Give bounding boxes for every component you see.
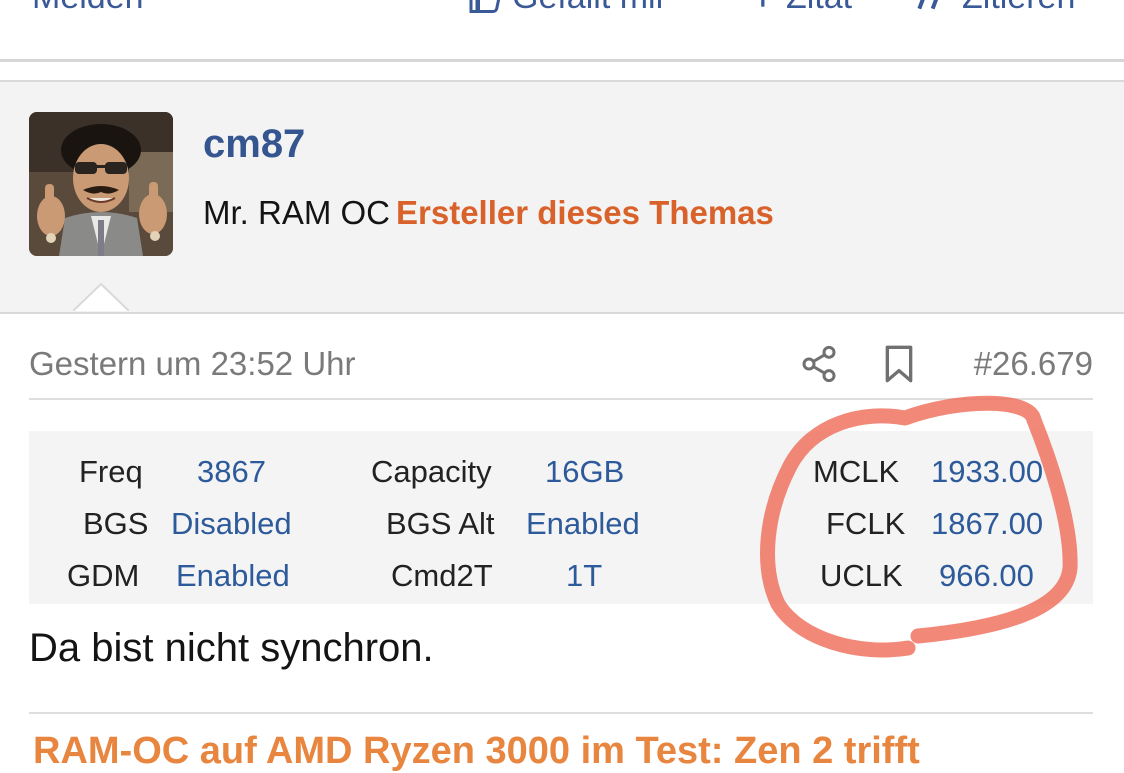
avatar[interactable] — [29, 112, 173, 256]
share-icon[interactable] — [799, 344, 839, 384]
table-value: 3867 — [197, 454, 266, 489]
article-link[interactable]: RAM-OC auf AMD Ryzen 3000 im Test: Zen 2… — [33, 730, 920, 773]
report-button[interactable]: Melden — [32, 0, 144, 17]
post-number-link[interactable]: #26.679 — [974, 345, 1093, 383]
table-label: GDM — [67, 558, 140, 593]
table-value: 16GB — [545, 454, 625, 489]
thread-starter-badge: Ersteller dieses Themas — [396, 194, 774, 231]
table-label: MCLK — [813, 454, 900, 489]
post-body-text: Da bist nicht synchron. — [29, 626, 434, 670]
table-label: BGS — [83, 506, 149, 541]
quote-icon — [917, 0, 938, 9]
reply-arrow-icon — [761, 0, 765, 7]
table-value: 1T — [566, 558, 603, 593]
quote-label: Zitat — [786, 0, 852, 17]
table-value: Disabled — [171, 506, 292, 541]
divider — [29, 712, 1093, 714]
user-title: Mr. RAM OC Ersteller dieses Themas — [203, 194, 774, 232]
table-label: Freq — [79, 454, 143, 489]
table-value: 1867.00 — [931, 506, 1044, 541]
like-button[interactable]: Gefällt mir — [468, 0, 667, 17]
username-link[interactable]: cm87 — [203, 122, 305, 167]
table-value: 966.00 — [939, 558, 1034, 593]
table-value: Enabled — [176, 558, 290, 593]
table-label: Capacity — [371, 454, 492, 489]
table-value: 1933.00 — [931, 454, 1044, 489]
reply-quote-button[interactable]: Zitieren — [914, 0, 1075, 17]
user-rank: Mr. RAM OC — [203, 194, 390, 231]
report-label: Melden — [32, 0, 144, 17]
thumbs-up-icon — [469, 0, 500, 13]
reply-quote-label: Zitieren — [962, 0, 1075, 17]
ram-settings-table: Freq 3867 Capacity 16GB MCLK 1933.00 BGS… — [29, 431, 1093, 604]
avatar-image — [29, 112, 173, 256]
table-label: Cmd2T — [391, 558, 493, 593]
post-date[interactable]: Gestern um 23:52 Uhr — [29, 345, 356, 383]
speech-pointer — [73, 283, 129, 311]
table-value: Enabled — [526, 506, 640, 541]
table-label: FCLK — [826, 506, 906, 541]
user-header: cm87 Mr. RAM OC Ersteller dieses Themas — [0, 80, 1124, 314]
post-actions-bar: Melden Gefällt mir Zitat Zitieren — [0, 0, 1124, 62]
divider — [0, 59, 1124, 62]
like-label: Gefällt mir — [512, 0, 667, 17]
post-meta: Gestern um 23:52 Uhr #26.679 — [29, 336, 1093, 400]
table-label: BGS Alt — [386, 506, 495, 541]
bookmark-icon[interactable] — [882, 344, 916, 384]
table-label: UCLK — [820, 558, 903, 593]
quote-button[interactable]: Zitat — [752, 0, 852, 17]
